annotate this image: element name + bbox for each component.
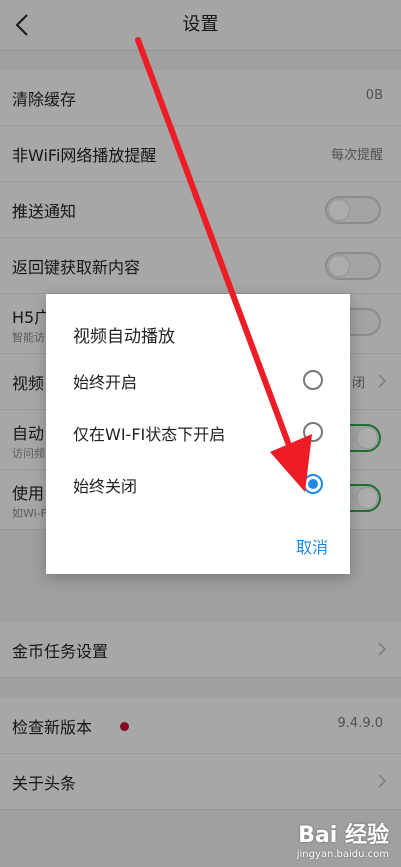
option-always-off[interactable]: 始终关闭 xyxy=(46,460,350,510)
radio-button[interactable] xyxy=(303,422,323,442)
option-wifi-only[interactable]: 仅在WI-FI状态下开启 xyxy=(46,408,350,458)
autoplay-dialog: 视频自动播放 始终开启 仅在WI-FI状态下开启 始终关闭 取消 xyxy=(46,294,350,574)
dialog-title: 视频自动播放 xyxy=(73,327,175,347)
option-label: 始终关闭 xyxy=(73,477,138,496)
baidu-jingyan-watermark: Bai 经验 jingyan.baidu.com xyxy=(239,817,389,861)
option-label: 始终开启 xyxy=(73,373,138,392)
radio-button-selected[interactable] xyxy=(303,474,323,494)
option-label: 仅在WI-FI状态下开启 xyxy=(73,425,226,444)
watermark-brand: Bai 经验 xyxy=(298,823,389,848)
cancel-button[interactable]: 取消 xyxy=(296,534,328,558)
option-always-on[interactable]: 始终开启 xyxy=(46,356,350,406)
radio-button[interactable] xyxy=(303,370,323,390)
watermark-url: jingyan.baidu.com xyxy=(296,849,389,860)
